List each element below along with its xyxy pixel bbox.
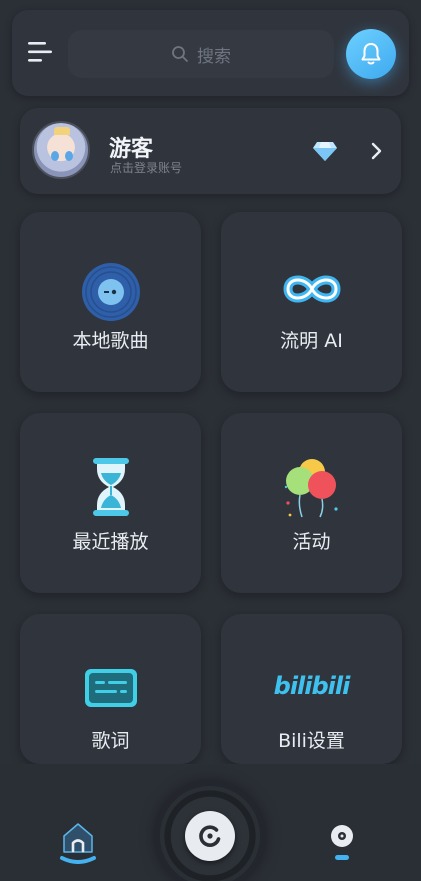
tile-lyrics[interactable]: 歌词 xyxy=(20,614,201,764)
tile-bili-settings[interactable]: bilibili Bili设置 xyxy=(221,614,402,764)
search-icon xyxy=(172,46,188,62)
search-placeholder: 搜索 xyxy=(197,46,231,67)
hourglass-icon xyxy=(92,458,129,516)
chevron-right-icon[interactable] xyxy=(369,141,383,161)
disc-icon[interactable] xyxy=(326,822,358,864)
tile-label: 活动 xyxy=(292,531,331,553)
search-input[interactable]: 搜索 xyxy=(68,30,334,78)
lyrics-icon xyxy=(84,669,137,707)
profile-card[interactable]: 游客 点击登录账号 xyxy=(20,108,401,194)
tile-recent-plays[interactable]: 最近播放 xyxy=(20,413,201,593)
infinity-icon xyxy=(283,275,340,303)
tile-local-songs[interactable]: 本地歌曲 xyxy=(20,212,201,392)
notification-button[interactable] xyxy=(346,29,396,79)
tile-events[interactable]: 活动 xyxy=(221,413,402,593)
home-icon[interactable] xyxy=(58,818,98,864)
vinyl-disc-icon xyxy=(81,263,140,321)
player-button[interactable] xyxy=(160,786,260,881)
tile-label: 流明 AI xyxy=(280,330,343,352)
top-bar: 搜索 xyxy=(12,10,409,96)
balloons-icon xyxy=(284,459,338,518)
avatar[interactable] xyxy=(32,121,90,179)
avatar-eye-left xyxy=(51,151,59,161)
tile-label: Bili设置 xyxy=(278,730,345,752)
tile-label: 本地歌曲 xyxy=(72,330,149,352)
player-icon-wrap xyxy=(185,811,235,861)
tile-lumen-ai[interactable]: 流明 AI xyxy=(221,212,402,392)
profile-login-hint: 点击登录账号 xyxy=(110,161,183,175)
tile-label: 歌词 xyxy=(91,730,130,752)
bilibili-icon: bilibili xyxy=(273,672,351,700)
avatar-crown xyxy=(54,127,70,135)
avatar-eye-right xyxy=(65,151,73,161)
player-icon xyxy=(199,825,221,847)
menu-button[interactable] xyxy=(26,40,54,64)
menu-icon xyxy=(28,42,52,62)
bell-icon xyxy=(361,43,381,65)
diamond-icon[interactable] xyxy=(312,140,338,162)
tile-label: 最近播放 xyxy=(72,531,149,553)
